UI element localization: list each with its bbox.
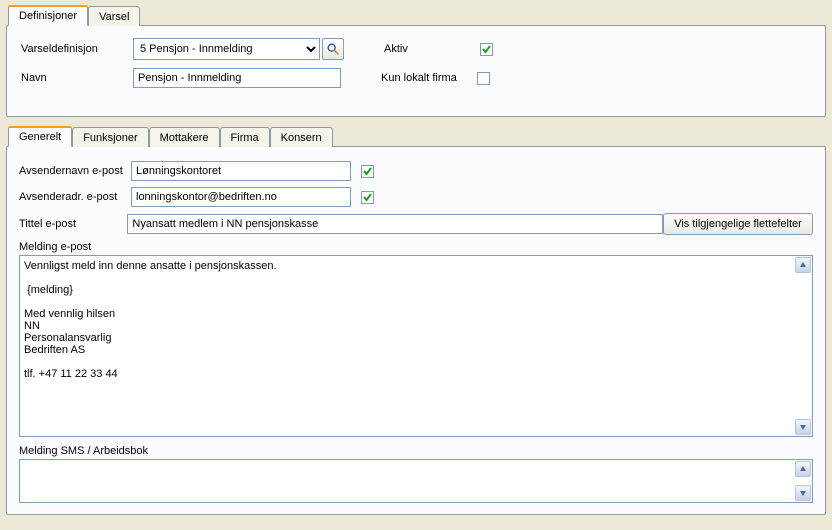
tab-definisjoner[interactable]: Definisjoner [8,5,88,26]
label-melding-sms: Melding SMS / Arbeidsbok [19,445,813,457]
search-icon [326,42,340,56]
main-tabs: Definisjoner Varsel [6,6,826,26]
generelt-panel: Avsendernavn e-post Avsenderadr. e-post … [6,146,826,515]
navn-input[interactable] [133,68,341,88]
tab-funksjoner[interactable]: Funksjoner [72,127,148,147]
label-kunlokalt: Kun lokalt firma [381,72,477,84]
varseldef-select[interactable]: 5 Pensjon - Innmelding [133,38,320,60]
label-melding-epost: Melding e-post [19,241,813,253]
tittel-input[interactable] [127,214,663,234]
kunlokalt-checkbox[interactable] [477,72,490,85]
aktiv-checkbox[interactable] [480,43,493,56]
varseldef-lookup-button[interactable] [322,38,344,60]
avsenderadr-checkbox[interactable] [361,191,374,204]
label-navn: Navn [21,72,133,84]
tab-varsel[interactable]: Varsel [88,6,140,26]
scroll-down-icon[interactable] [795,485,811,501]
tab-mottakere[interactable]: Mottakere [149,127,220,147]
tab-firma[interactable]: Firma [220,127,270,147]
label-aktiv: Aktiv [384,43,480,55]
scroll-up-icon[interactable] [795,257,811,273]
scroll-up-icon[interactable] [795,461,811,477]
tab-generelt[interactable]: Generelt [8,126,72,147]
flettefelter-button[interactable]: Vis tilgjengelige flettefelter [663,213,813,235]
label-avsendernavn: Avsendernavn e-post [19,165,131,177]
label-avsenderadr: Avsenderadr. e-post [19,191,131,203]
scroll-down-icon[interactable] [795,419,811,435]
inner-tabs: Generelt Funksjoner Mottakere Firma Kons… [6,127,826,147]
melding-epost-textarea[interactable]: Vennligst meld inn denne ansatte i pensj… [19,255,813,437]
label-tittel: Tittel e-post [19,218,127,230]
avsenderadr-input[interactable] [131,187,351,207]
melding-sms-textarea[interactable] [19,459,813,503]
label-varseldef: Varseldefinisjon [21,43,133,55]
avsendernavn-checkbox[interactable] [361,165,374,178]
tab-konsern[interactable]: Konsern [270,127,333,147]
top-panel: Varseldefinisjon 5 Pensjon - Innmelding … [6,25,826,117]
avsendernavn-input[interactable] [131,161,351,181]
